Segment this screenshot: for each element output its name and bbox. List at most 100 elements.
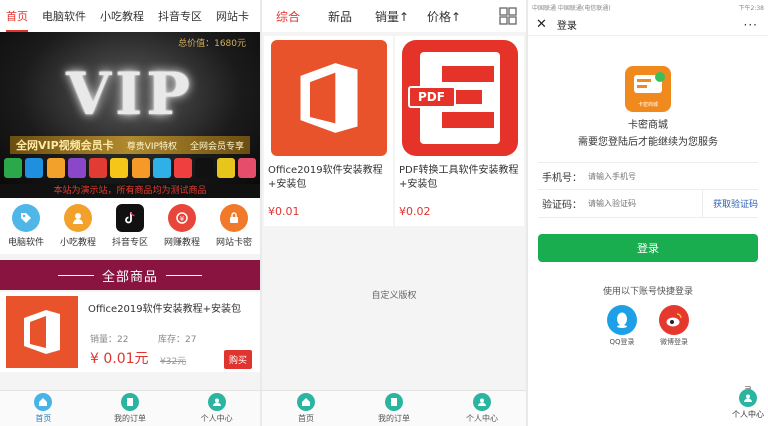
phone-input[interactable]: [588, 171, 678, 181]
login-tip: 需要您登陆后才能继续为您服务: [578, 137, 718, 148]
carrier-text: 中国联通 中国联通(电信联通): [532, 4, 611, 12]
streaming-app-logo-icon: [237, 158, 256, 178]
sort-tabs: 综合 新品 销量↑ 价格↑: [262, 0, 526, 32]
code-row: 验证码： 获取验证码: [538, 190, 758, 218]
category-money-tutorial[interactable]: ¥ 网赚教程: [158, 204, 206, 248]
tabbar-orders[interactable]: 我的订单: [364, 393, 424, 424]
product-grid: Office2019软件安装教程+安装包 ¥0.01 PDF PDF转换工具软件…: [262, 32, 526, 226]
more-icon[interactable]: ···: [744, 18, 758, 32]
status-bar: 中国联通 中国联通(电信联通) 下午2:38: [528, 0, 768, 14]
sort-tab-new[interactable]: 新品: [314, 8, 366, 25]
orders-icon: [120, 393, 139, 411]
qq-login-label: QQ登录: [609, 338, 635, 346]
tabbar-home[interactable]: 首页: [276, 393, 336, 424]
profile-float[interactable]: 个人中心: [732, 389, 764, 420]
tab-douyin[interactable]: 抖音专区: [158, 8, 202, 24]
category-website-card[interactable]: 网站卡密: [210, 204, 258, 248]
tab-website-card[interactable]: 网站卡: [216, 8, 249, 24]
clock-text: 下午2:38: [738, 4, 764, 12]
grid-view-icon[interactable]: [498, 6, 518, 26]
coin-icon: ¥: [168, 204, 196, 232]
divider: [57, 274, 94, 276]
code-label: 验证码：: [542, 200, 582, 211]
social-logins: QQ登录 微博登录: [528, 305, 768, 347]
office-icon: [6, 296, 78, 368]
sort-tab-default[interactable]: 综合: [262, 8, 314, 25]
nav-title: 登录: [556, 21, 577, 32]
category-douyin[interactable]: 抖音专区: [106, 204, 154, 248]
streaming-app-logo-icon: [67, 158, 86, 178]
tabbar-home[interactable]: 首页: [13, 393, 73, 424]
sort-tab-sales[interactable]: 销量↑: [366, 8, 418, 25]
home-icon: [34, 393, 53, 411]
streaming-app-logo-icon: [89, 158, 108, 178]
pdf-badge: PDF: [407, 86, 456, 108]
product-name: Office2019软件安装教程+安装包: [268, 165, 383, 190]
section-title: 全部商品: [101, 269, 158, 285]
weibo-icon: [659, 305, 689, 335]
category-tabs: 首页 电脑软件 小吃教程 抖音专区 网站卡: [0, 0, 260, 32]
streaming-app-logo-icon: [46, 158, 65, 178]
copyright-text: 自定义版权: [371, 291, 417, 301]
orders-icon: [385, 393, 403, 411]
category-pc-software[interactable]: 电脑软件: [2, 204, 50, 248]
tabbar-label: 个人中心: [466, 414, 498, 423]
tab-pc-software[interactable]: 电脑软件: [42, 8, 86, 24]
weibo-login-label: 微博登录: [660, 338, 688, 346]
code-input[interactable]: [588, 199, 678, 208]
tabbar-profile[interactable]: 个人中心: [187, 393, 247, 424]
person-icon: [64, 204, 92, 232]
user-icon: [739, 389, 757, 407]
phone-label: 手机号：: [542, 172, 582, 184]
tabbar-label: 个人中心: [200, 414, 233, 423]
pdf-icon: PDF: [395, 36, 524, 160]
all-products-header: 全部商品: [0, 260, 260, 290]
streaming-app-logo-icon: [131, 158, 150, 178]
tabbar-label: 首页: [35, 414, 52, 423]
banner-headline-mid: 尊贵VIP特权: [126, 141, 177, 152]
tabbar-label: 首页: [298, 414, 314, 423]
tabbar-profile[interactable]: 个人中心: [452, 393, 512, 424]
login-button[interactable]: 登录: [538, 234, 758, 262]
buy-button[interactable]: 购买: [223, 350, 252, 369]
product-stock: 库存：27: [158, 335, 197, 345]
login-screen: 中国联通 中国联通(电信联通) 下午2:38 ✕ 登录 ··· 卡密商城 卡密商…: [528, 0, 768, 426]
weibo-login[interactable]: 微博登录: [659, 305, 689, 347]
tag-icon: [12, 204, 40, 232]
category-grid: 电脑软件 小吃教程 抖音专区 ¥ 网赚教程 网站卡密: [0, 198, 260, 254]
divider: [166, 274, 202, 276]
qq-login[interactable]: QQ登录: [607, 305, 637, 347]
app-logo-text: 卡密商城: [637, 102, 658, 108]
product-card[interactable]: PDF PDF转换工具软件安装教程+安装包 ¥0.02: [395, 36, 524, 226]
tiktok-icon: [116, 204, 144, 232]
product-card[interactable]: Office2019软件安装教程+安装包 ¥0.01: [264, 36, 393, 226]
product-price: ¥0.01: [268, 205, 300, 218]
product-name: PDF转换工具软件安装教程+安装包: [399, 165, 519, 190]
category-label: 电脑软件: [7, 238, 44, 248]
product-name[interactable]: Office2019软件安装教程+安装包: [88, 300, 241, 315]
home-screen: 首页 电脑软件 小吃教程 抖音专区 网站卡 总价值：1680元 VIP 全网VI…: [0, 0, 260, 426]
product-row[interactable]: Office2019软件安装教程+安装包 销量：22 库存：27 ¥ 0.01元…: [0, 292, 260, 372]
tabbar-orders[interactable]: 我的订单: [100, 393, 160, 424]
product-sales: 销量：22: [90, 335, 129, 345]
category-snack-tutorial[interactable]: 小吃教程: [54, 204, 102, 248]
banner-app-logos: [4, 158, 256, 180]
product-price: ¥0.02: [399, 205, 431, 218]
tab-snack-tutorial[interactable]: 小吃教程: [100, 8, 144, 24]
sort-tab-price[interactable]: 价格↑: [418, 8, 470, 25]
banner-vip-text: VIP: [66, 60, 194, 128]
category-label: 网赚教程: [163, 238, 200, 248]
home-icon: [297, 393, 315, 411]
bottom-tabbar: 首页 我的订单 个人中心: [0, 390, 260, 426]
banner-headline: 全网VIP视频会员卡 尊贵VIP特权 全网会员专享: [10, 136, 250, 154]
category-label: 小吃教程: [59, 238, 96, 248]
banner-headline-right: 全网会员专享: [189, 141, 244, 152]
vip-banner[interactable]: 总价值：1680元 VIP 全网VIP视频会员卡 尊贵VIP特权 全网会员专享: [0, 32, 260, 184]
office-icon: [264, 36, 393, 160]
get-code-button[interactable]: 获取验证码: [701, 190, 758, 217]
streaming-app-logo-icon: [195, 158, 214, 178]
demo-notice: 本站为演示站，所有商品均为测试商品: [0, 184, 260, 198]
app-name: 卡密商城: [628, 120, 668, 131]
tab-home[interactable]: 首页: [6, 8, 28, 32]
close-icon[interactable]: ✕: [536, 17, 547, 32]
